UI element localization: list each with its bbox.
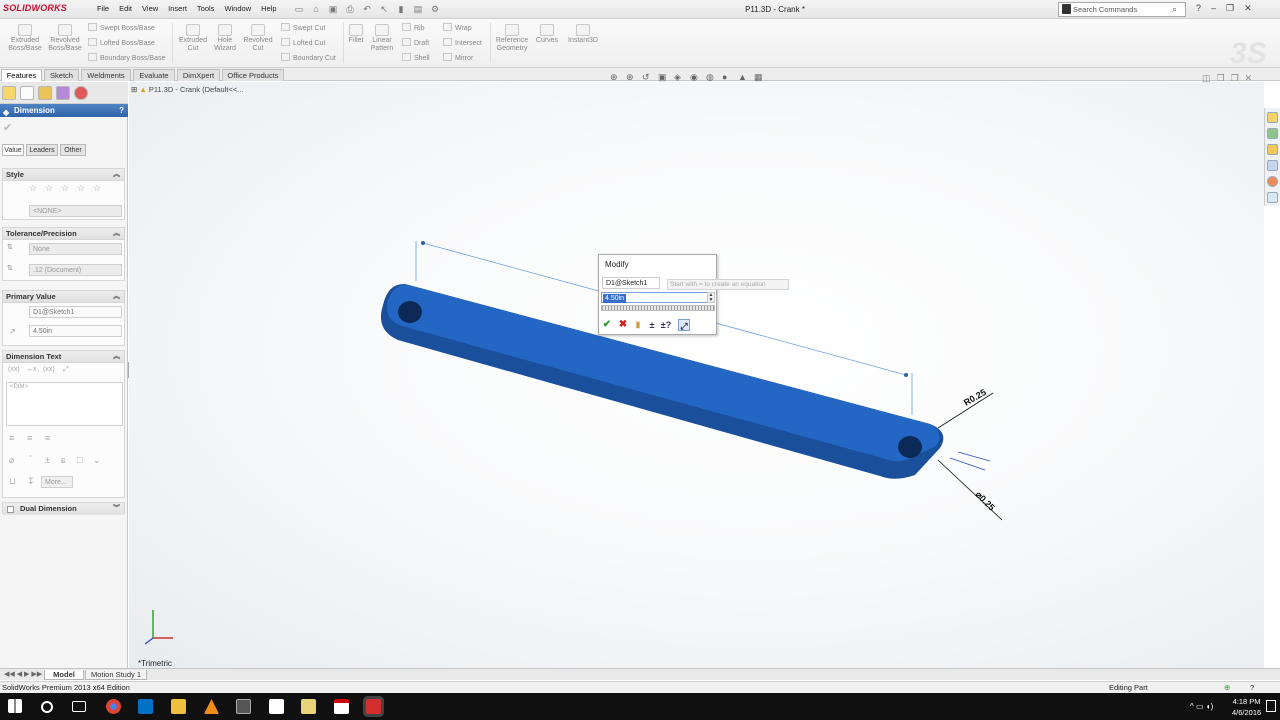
value-spinner[interactable]: ▲ ▼ [707, 292, 715, 303]
task-view-icon[interactable] [72, 701, 86, 712]
modify-title: Modify [605, 260, 629, 269]
notifications-icon[interactable] [1266, 700, 1276, 712]
part-graphics: R0.25 ⌀0.25 [380, 241, 1003, 521]
selected-value-text: 4.50in [603, 294, 627, 303]
dimension-handle[interactable] [904, 373, 908, 377]
calculator-icon[interactable] [236, 699, 251, 714]
outlook-icon[interactable] [138, 699, 153, 714]
hole-callout-marks [949, 451, 991, 471]
confirm-check-icon[interactable]: ✔ [601, 319, 613, 331]
solidworks-taskbar-icon[interactable] [366, 699, 381, 714]
chrome-icon[interactable] [106, 699, 121, 714]
windows-taskbar: ^ ▭ ◖) 4:18 PM 4/6/2016 [0, 693, 1280, 720]
tab-motion-study[interactable]: Motion Study 1 [85, 670, 147, 680]
mark-for-drawing-icon[interactable]: ±? [660, 319, 672, 331]
notepad-icon[interactable] [301, 699, 316, 714]
cancel-x-icon[interactable]: ✖ [617, 319, 629, 331]
dimension-name-field[interactable]: D1@Sketch1 [602, 277, 660, 289]
diameter-dimension[interactable]: ⌀0.25 [974, 489, 997, 512]
status-bar: SolidWorks Premium 2013 x64 Edition Edit… [0, 681, 1280, 693]
file-explorer-icon[interactable] [171, 699, 186, 714]
system-clock[interactable]: 4:18 PM 4/6/2016 [1232, 696, 1261, 718]
equation-hint: Start with = to create an equation [667, 279, 789, 290]
vlc-icon[interactable] [204, 699, 219, 714]
search-icon[interactable] [41, 701, 53, 713]
tab-scroll-icon[interactable]: ◀◀ ◀ ▶ ▶▶ [4, 670, 42, 678]
clock-time: 4:18 PM [1232, 697, 1261, 706]
reset-spin-increment-icon[interactable]: ± [646, 319, 658, 331]
diameter-leader [937, 459, 1003, 521]
rebuild-traffic-light-icon[interactable]: ▮ [632, 319, 644, 331]
thumbwheel[interactable] [601, 305, 715, 311]
right-hole[interactable] [898, 436, 922, 458]
modify-dialog: Modify D1@Sketch1 4.50in ▲ ▼ ✔ ✖ ▮ ± ±? ⤢ [598, 254, 717, 335]
store-icon[interactable] [269, 699, 284, 714]
dimension-option-icon[interactable]: ⤢ [678, 319, 690, 331]
acrobat-icon[interactable] [334, 699, 349, 714]
model-tabs: ◀◀ ◀ ▶ ▶▶ Model Motion Study 1 [0, 668, 1280, 680]
system-tray-icons[interactable]: ^ ▭ ◖) [1190, 702, 1213, 711]
clock-date: 4/6/2016 [1232, 708, 1262, 717]
left-hole[interactable] [398, 301, 422, 323]
dimension-handle[interactable] [421, 241, 425, 245]
dimension-value-input[interactable]: 4.50in [601, 292, 709, 303]
windows-start-icon[interactable] [8, 699, 22, 713]
tab-model[interactable]: Model [44, 670, 84, 680]
